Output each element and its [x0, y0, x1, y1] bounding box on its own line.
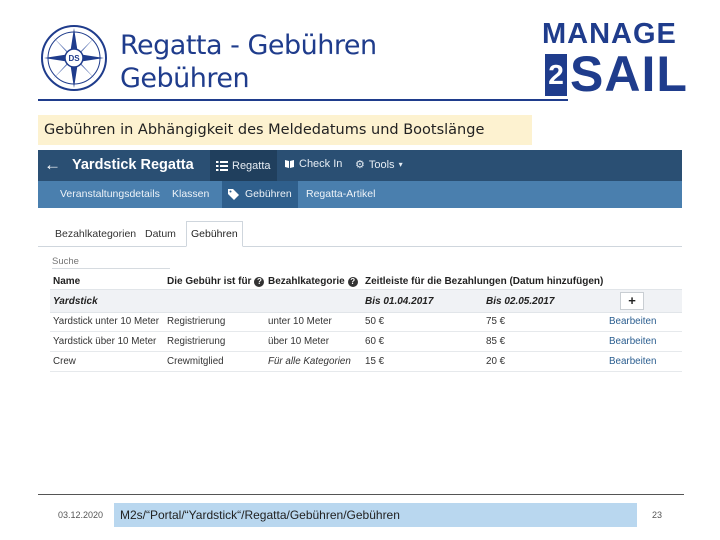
- subnav-regatta-artikel[interactable]: Regatta-Artikel: [306, 188, 375, 200]
- row-fee-for: Crewmitglied: [167, 356, 224, 367]
- book-icon: [285, 160, 294, 168]
- emblem-text: DS: [68, 54, 80, 63]
- tab-gebuehren[interactable]: Gebühren: [186, 221, 243, 247]
- page-number: 23: [652, 510, 663, 520]
- compass-emblem-icon: DS: [41, 25, 107, 91]
- topnav-check-in[interactable]: Check In: [284, 158, 342, 170]
- group-row-yardstick: Yardstick Bis 01.04.2017 Bis 02.05.2017 …: [50, 289, 682, 313]
- slide-title-second-line: Gebühren: [120, 63, 250, 94]
- topnav-regatta[interactable]: Regatta: [210, 150, 277, 181]
- row-category: unter 10 Meter: [268, 316, 332, 327]
- row-name: Yardstick unter 10 Meter: [53, 316, 159, 327]
- row-category: Für alle Kategorien: [268, 356, 351, 367]
- group-date-1: Bis 01.04.2017: [365, 296, 434, 307]
- add-date-button[interactable]: +: [620, 292, 644, 310]
- column-header-name: Name: [53, 276, 81, 287]
- topnav-check-in-label: Check In: [299, 158, 343, 170]
- title-divider: [38, 99, 568, 101]
- tab-bezahlkategorien[interactable]: Bezahlkategorien: [55, 228, 136, 240]
- row-price-2: 85 €: [486, 336, 506, 347]
- row-category: über 10 Meter: [268, 336, 329, 347]
- topnav-tools-label: Tools: [368, 158, 395, 171]
- footer-path: M2s/“Portal/“Yardstick“/Regatta/Gebühren…: [114, 503, 637, 527]
- tags-icon: [228, 189, 239, 200]
- row-name: Crew: [53, 356, 76, 367]
- app-subnav: Veranstaltungsdetails Klassen Gebühren R…: [38, 181, 682, 208]
- app-title: Yardstick Regatta: [72, 157, 194, 173]
- table-row: Yardstick über 10 Meter Registrierung üb…: [50, 332, 682, 352]
- group-name: Yardstick: [53, 296, 98, 307]
- app-screenshot: ← Yardstick Regatta Regatta Check In ⚙ T…: [38, 150, 682, 372]
- gear-icon: ⚙: [355, 159, 365, 171]
- row-fee-for: Registrierung: [167, 336, 226, 347]
- footer-date: 03.12.2020: [58, 510, 104, 520]
- app-topbar: ← Yardstick Regatta Regatta Check In ⚙ T…: [38, 150, 682, 181]
- edit-link[interactable]: Bearbeiten: [609, 336, 656, 347]
- subnav-klassen[interactable]: Klassen: [172, 188, 209, 200]
- topnav-tools[interactable]: ⚙ Tools ▾: [355, 158, 403, 172]
- subnav-gebuehren-label: Gebühren: [245, 188, 292, 200]
- row-fee-for: Registrierung: [167, 316, 226, 327]
- row-price-2: 20 €: [486, 356, 506, 367]
- table-row: Crew Crewmitglied Für alle Kategorien 15…: [50, 352, 682, 372]
- group-date-2: Bis 02.05.2017: [486, 296, 555, 307]
- row-price-2: 75 €: [486, 316, 506, 327]
- help-icon[interactable]: ?: [347, 276, 358, 287]
- column-header-category: Bezahlkategorie?: [268, 276, 358, 287]
- footer-divider: [38, 494, 684, 495]
- subnav-gebuehren[interactable]: Gebühren: [222, 181, 298, 208]
- table-row: Yardstick unter 10 Meter Registrierung u…: [50, 312, 682, 332]
- brand-sail-text: SAIL: [570, 46, 688, 102]
- row-price-1: 50 €: [365, 316, 385, 327]
- column-header-fee-for: Die Gebühr ist für?: [167, 276, 265, 287]
- help-icon[interactable]: ?: [254, 276, 265, 287]
- row-name: Yardstick über 10 Meter: [53, 336, 157, 347]
- subnav-veranstaltungsdetails[interactable]: Veranstaltungsdetails: [60, 188, 160, 200]
- chevron-down-icon: ▾: [398, 160, 403, 169]
- tab-strip: Bezahlkategorien Datum Gebühren: [38, 221, 682, 247]
- row-price-1: 60 €: [365, 336, 385, 347]
- edit-link[interactable]: Bearbeiten: [609, 356, 656, 367]
- brand-digit: 2: [545, 54, 567, 96]
- tab-datum[interactable]: Datum: [145, 228, 176, 240]
- manage2sail-logo: MANAGE 2 SAIL: [542, 18, 690, 102]
- arrow-left-icon[interactable]: ←: [44, 155, 61, 175]
- list-icon: [216, 160, 228, 171]
- slide-subtitle: Gebühren in Abhängigkeit des Meldedatums…: [38, 115, 532, 145]
- topnav-regatta-label: Regatta: [232, 159, 271, 172]
- row-price-1: 15 €: [365, 356, 385, 367]
- column-header-timeline: Zeitleiste für die Bezahlungen (Datum hi…: [365, 276, 604, 287]
- edit-link[interactable]: Bearbeiten: [609, 316, 656, 327]
- slide-title: Regatta - Gebühren: [120, 30, 377, 61]
- search-input[interactable]: [52, 254, 170, 269]
